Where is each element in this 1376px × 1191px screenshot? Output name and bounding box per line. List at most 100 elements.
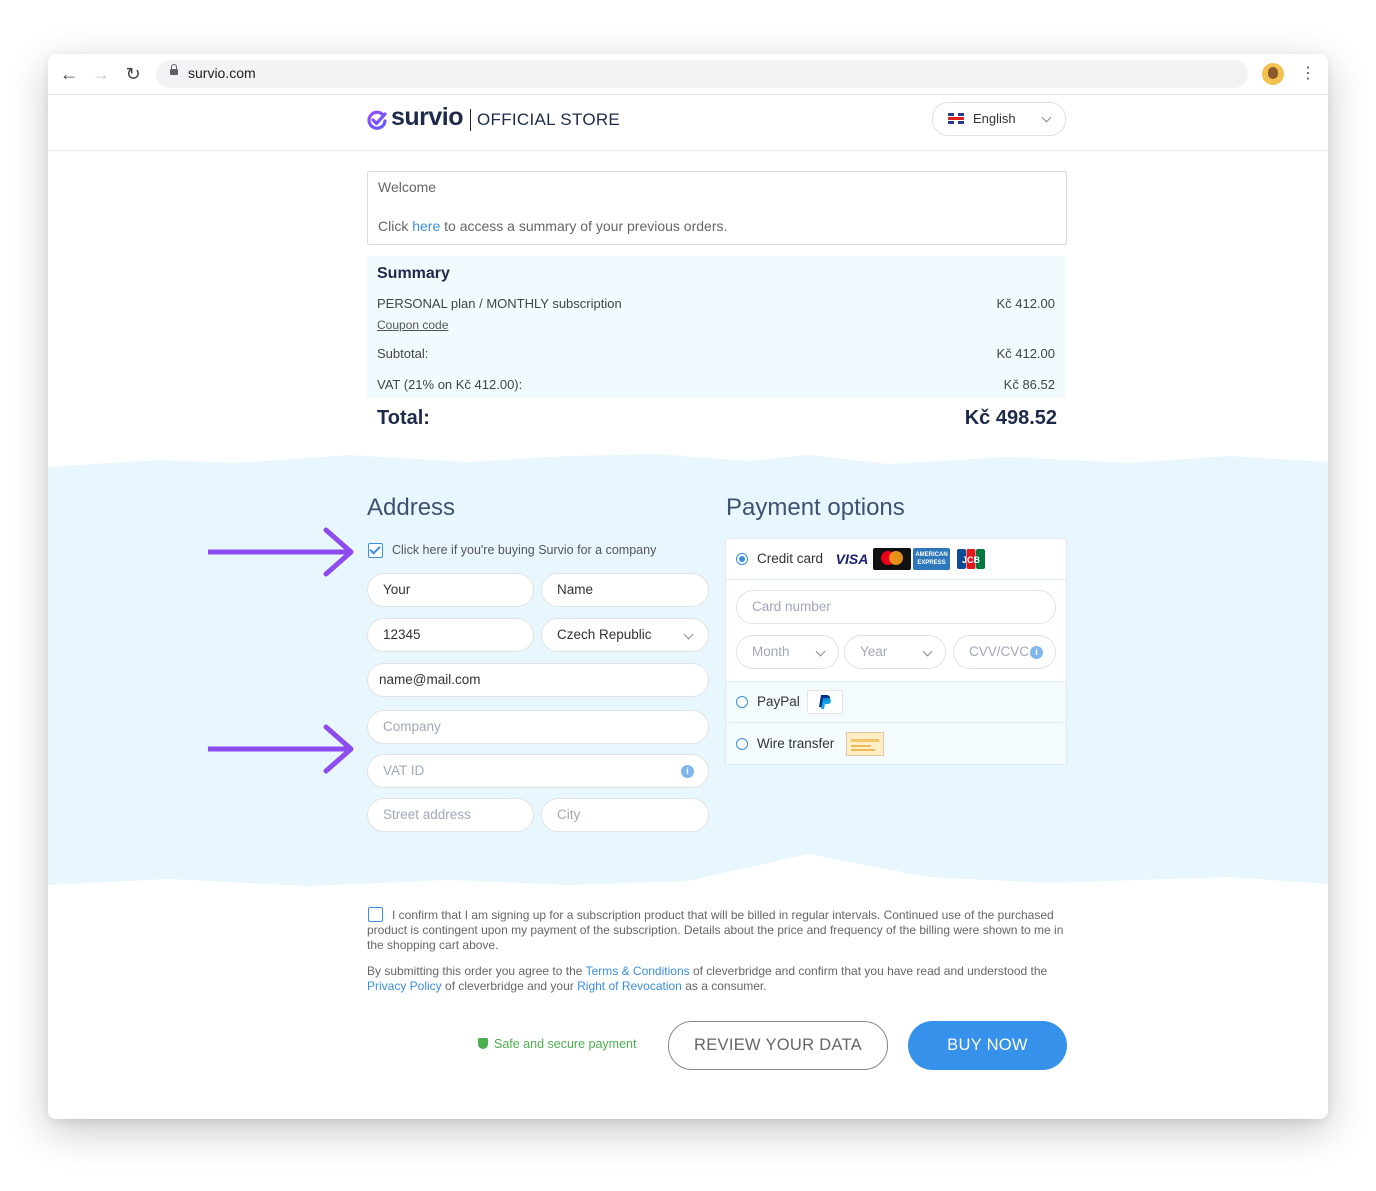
first-name-value: Your xyxy=(383,582,411,597)
paypal-option[interactable]: PayPal xyxy=(726,681,1066,722)
profile-avatar[interactable] xyxy=(1262,63,1284,85)
credit-card-option[interactable]: Credit card VISA AMERICAN EXPRESS JCB xyxy=(726,539,1066,579)
review-data-button[interactable]: REVIEW YOUR DATA xyxy=(668,1021,888,1070)
payment-options-box: Credit card VISA AMERICAN EXPRESS JCB Ca… xyxy=(725,538,1067,765)
total-value: Kč 498.52 xyxy=(964,407,1057,429)
first-name-field[interactable]: Your xyxy=(367,573,534,607)
shield-check-icon xyxy=(478,1038,488,1049)
terms-mid: of cleverbridge and confirm that you hav… xyxy=(692,964,1048,978)
amex-icon: AMERICAN EXPRESS xyxy=(913,548,950,570)
subtotal-label: Subtotal: xyxy=(377,346,429,361)
info-icon[interactable]: i xyxy=(681,765,694,778)
lock-icon xyxy=(170,64,178,75)
zip-field[interactable]: 12345 xyxy=(367,618,534,652)
chevron-down-icon xyxy=(922,646,933,657)
company-field[interactable]: Company xyxy=(367,710,709,744)
welcome-suffix: to access a summary of your previous ord… xyxy=(444,218,728,234)
paypal-icon xyxy=(807,690,843,714)
subscription-confirm-text: I confirm that I am signing up for a sub… xyxy=(367,908,1064,952)
wire-transfer-icon xyxy=(846,732,884,756)
street-placeholder: Street address xyxy=(383,807,471,822)
last-name-value: Name xyxy=(557,582,594,597)
logo-divider xyxy=(470,109,471,131)
menu-icon[interactable]: ⋮ xyxy=(1300,64,1316,84)
address-title: Address xyxy=(367,494,456,521)
credit-card-label: Credit card xyxy=(757,551,824,566)
welcome-box: Welcome Click here to access a summary o… xyxy=(367,171,1067,245)
site-header: survio OFFICIAL STORE English xyxy=(48,95,1328,151)
welcome-prefix: Click xyxy=(378,218,409,234)
terms-suffix: as a consumer. xyxy=(685,979,767,993)
welcome-title: Welcome xyxy=(378,179,437,195)
city-field[interactable]: City xyxy=(541,798,709,832)
wire-transfer-option[interactable]: Wire transfer xyxy=(726,722,1066,764)
store-label: OFFICIAL STORE xyxy=(477,110,621,129)
wire-transfer-label: Wire transfer xyxy=(757,736,835,751)
total-label: Total: xyxy=(377,407,430,429)
email-field[interactable]: name@mail.com xyxy=(367,663,709,697)
order-summary: Summary PERSONAL plan / MONTHLY subscrip… xyxy=(367,256,1065,398)
vat-row: VAT (21% on Kč 412.00): Kč 86.52 xyxy=(377,377,1055,392)
browser-window: ← → ↻ survio.com ⋮ survio OFFICIAL STORE… xyxy=(48,54,1328,1119)
terms-mid2: of cleverbridge and your xyxy=(445,979,574,993)
company-placeholder: Company xyxy=(383,719,441,734)
forward-icon[interactable]: → xyxy=(91,64,111,84)
vat-id-field[interactable]: VAT ID i xyxy=(367,754,709,788)
zip-value: 12345 xyxy=(383,627,421,642)
card-number-field[interactable]: Card number xyxy=(736,590,1056,624)
info-icon[interactable]: i xyxy=(1030,646,1043,659)
country-value: Czech Republic xyxy=(557,627,652,642)
svg-text:JCB: JCB xyxy=(962,555,981,565)
address-bar[interactable]: survio.com xyxy=(156,60,1248,88)
last-name-field[interactable]: Name xyxy=(541,573,709,607)
email-value: name@mail.com xyxy=(379,672,481,687)
welcome-text: Click here to access a summary of your p… xyxy=(378,218,727,234)
privacy-policy-link[interactable]: Privacy Policy xyxy=(367,979,442,993)
secure-label: Safe and secure payment xyxy=(494,1037,637,1051)
summary-item-row: PERSONAL plan / MONTHLY subscription Kč … xyxy=(377,296,1055,311)
annotation-arrow xyxy=(208,724,354,774)
city-placeholder: City xyxy=(557,807,581,822)
browser-toolbar: ← → ↻ survio.com ⋮ xyxy=(48,54,1328,95)
terms-link[interactable]: Terms & Conditions xyxy=(586,964,690,978)
uk-flag-icon xyxy=(948,113,964,124)
chevron-down-icon xyxy=(1041,112,1052,123)
item-price: Kč 412.00 xyxy=(996,296,1055,311)
language-select[interactable]: English xyxy=(932,102,1066,136)
wire-transfer-radio[interactable] xyxy=(736,738,748,750)
credit-card-radio[interactable] xyxy=(736,553,748,565)
secure-payment-note: Safe and secure payment xyxy=(478,1037,636,1051)
coupon-code-link[interactable]: Coupon code xyxy=(377,318,448,332)
month-placeholder: Month xyxy=(752,644,790,659)
survio-logo-icon xyxy=(367,110,387,130)
vat-value: Kč 86.52 xyxy=(1003,377,1055,392)
chevron-down-icon xyxy=(815,646,826,657)
year-placeholder: Year xyxy=(860,644,888,659)
reload-icon[interactable]: ↻ xyxy=(123,64,143,84)
subtotal-value: Kč 412.00 xyxy=(996,346,1055,361)
visa-icon: VISA xyxy=(835,551,869,567)
jcb-icon: JCB xyxy=(957,548,985,570)
paypal-label: PayPal xyxy=(757,694,800,709)
back-icon[interactable]: ← xyxy=(59,64,79,84)
terms-prefix: By submitting this order you agree to th… xyxy=(367,964,583,978)
paypal-radio[interactable] xyxy=(736,696,748,708)
buy-now-button[interactable]: BUY NOW xyxy=(908,1021,1067,1070)
vat-id-placeholder: VAT ID xyxy=(383,763,425,778)
terms-text: By submitting this order you agree to th… xyxy=(367,964,1067,994)
previous-orders-link[interactable]: here xyxy=(412,218,440,234)
company-checkbox[interactable] xyxy=(368,543,383,558)
language-label: English xyxy=(973,111,1016,126)
item-label: PERSONAL plan / MONTHLY subscription xyxy=(377,296,622,311)
cvv-field[interactable]: CVV/CVC i xyxy=(953,635,1056,669)
country-select[interactable]: Czech Republic xyxy=(541,618,709,652)
logo-text[interactable]: survio xyxy=(391,103,464,132)
annotation-arrow xyxy=(208,527,354,577)
card-number-placeholder: Card number xyxy=(752,599,831,614)
mastercard-icon xyxy=(873,548,911,570)
expiry-month-select[interactable]: Month xyxy=(736,635,839,669)
expiry-year-select[interactable]: Year xyxy=(844,635,946,669)
summary-title: Summary xyxy=(377,265,450,282)
street-address-field[interactable]: Street address xyxy=(367,798,534,832)
right-of-revocation-link[interactable]: Right of Revocation xyxy=(577,979,682,993)
